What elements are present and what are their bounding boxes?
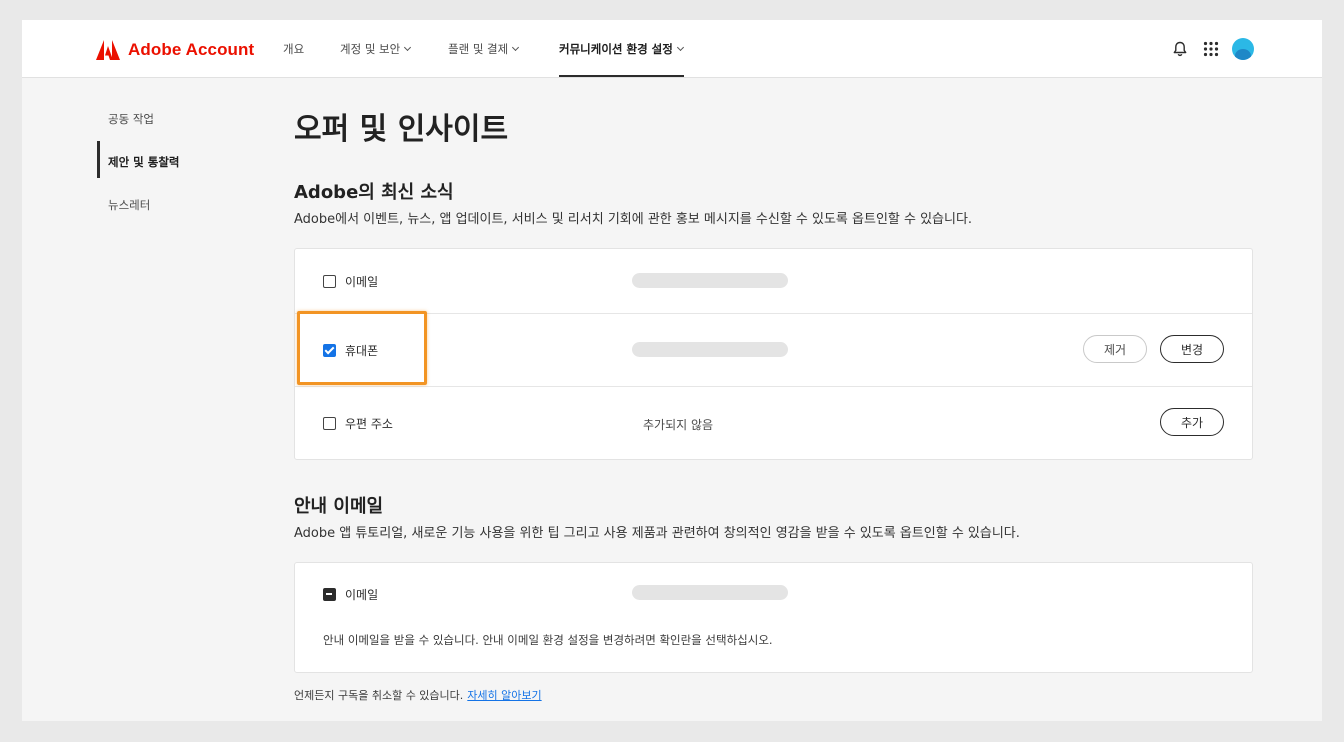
active-tab-indicator: [559, 75, 684, 77]
postal-address-checkbox[interactable]: [323, 417, 336, 430]
channel-label: 이메일: [345, 275, 379, 289]
nav-overview-label: 개요: [283, 42, 305, 56]
chevron-down-icon: [676, 43, 684, 52]
channel-row-email: 이메일: [295, 249, 1252, 313]
chevron-down-icon: [404, 43, 412, 52]
email-checkbox[interactable]: [323, 275, 336, 288]
app-window: Adobe Account 개요 계정 및 보안 플랜 및 결제 커뮤니케이션 …: [22, 20, 1322, 721]
app-grid-icon[interactable]: [1201, 39, 1221, 59]
nav-account-security[interactable]: 계정 및 보안: [340, 41, 412, 57]
adobe-account-logo[interactable]: Adobe Account: [96, 39, 254, 61]
channel-label: 우편 주소: [345, 417, 393, 431]
channel-label: 휴대폰: [345, 344, 379, 358]
change-button[interactable]: 변경: [1160, 335, 1224, 363]
nav-plans-billing-label: 플랜 및 결제: [448, 42, 509, 56]
guide-section-description: Adobe 앱 튜토리얼, 새로운 기능 사용을 위한 팁 그리고 사용 제품과…: [294, 526, 1020, 541]
unsubscribe-note: 언제든지 구독을 취소할 수 있습니다. 자세히 알아보기: [294, 687, 542, 703]
sidebar-item-collaboration[interactable]: 공동 작업: [108, 111, 154, 127]
top-navigation-bar: Adobe Account 개요 계정 및 보안 플랜 및 결제 커뮤니케이션 …: [22, 20, 1322, 78]
sidebar-item-label: 공동 작업: [108, 112, 154, 126]
redacted-value-placeholder: [632, 273, 788, 288]
channel-row-mobile: 휴대폰 제거 변경: [295, 313, 1252, 386]
guide-section-heading: 안내 이메일: [294, 496, 384, 517]
chevron-down-icon: [512, 43, 520, 52]
nav-communication-preferences-label: 커뮤니케이션 환경 설정: [559, 42, 673, 56]
news-section-description: Adobe에서 이벤트, 뉴스, 앱 업데이트, 서비스 및 리서치 기회에 관…: [294, 212, 973, 227]
sidebar-item-label: 뉴스레터: [108, 198, 151, 212]
nav-overview[interactable]: 개요: [283, 41, 304, 57]
brand-name: Adobe Account: [128, 40, 255, 59]
guide-email-note: 안내 이메일을 받을 수 있습니다. 안내 이메일 환경 설정을 변경하려면 확…: [323, 633, 773, 647]
sidebar-item-newsletters[interactable]: 뉴스레터: [108, 197, 150, 213]
nav-communication-preferences[interactable]: 커뮤니케이션 환경 설정: [559, 41, 684, 57]
sidebar-item-offers-insights[interactable]: 제안 및 통찰력: [108, 154, 180, 170]
bell-icon[interactable]: [1170, 39, 1190, 59]
sidebar-item-label: 제안 및 통찰력: [108, 155, 180, 169]
channel-label: 이메일: [345, 588, 379, 602]
status-text: 추가되지 않음: [643, 418, 714, 432]
redacted-value-placeholder: [632, 585, 788, 600]
nav-plans-billing[interactable]: 플랜 및 결제: [448, 41, 520, 57]
nav-account-security-label: 계정 및 보안: [340, 42, 401, 56]
add-button[interactable]: 추가: [1160, 408, 1224, 436]
news-section-heading: Adobe의 최신 소식: [294, 182, 454, 203]
channel-row-postal-address: 우편 주소 추가되지 않음 추가: [295, 386, 1252, 459]
news-channel-card: 이메일 휴대폰 제거 변경 우편 주소 추가되지 않음 추가: [294, 248, 1253, 460]
redacted-value-placeholder: [632, 342, 788, 357]
adobe-logo-icon: [96, 40, 120, 60]
page-title: 오퍼 및 인사이트: [294, 112, 509, 147]
guide-email-checkbox[interactable]: [323, 588, 336, 601]
remove-button[interactable]: 제거: [1083, 335, 1147, 363]
guide-email-card: 이메일 안내 이메일을 받을 수 있습니다. 안내 이메일 환경 설정을 변경하…: [294, 562, 1253, 673]
avatar[interactable]: [1232, 38, 1254, 60]
learn-more-link[interactable]: 자세히 알아보기: [467, 689, 541, 702]
sidebar-active-indicator: [97, 141, 100, 178]
mobile-checkbox[interactable]: [323, 344, 336, 357]
unsubscribe-text: 언제든지 구독을 취소할 수 있습니다.: [294, 689, 464, 702]
